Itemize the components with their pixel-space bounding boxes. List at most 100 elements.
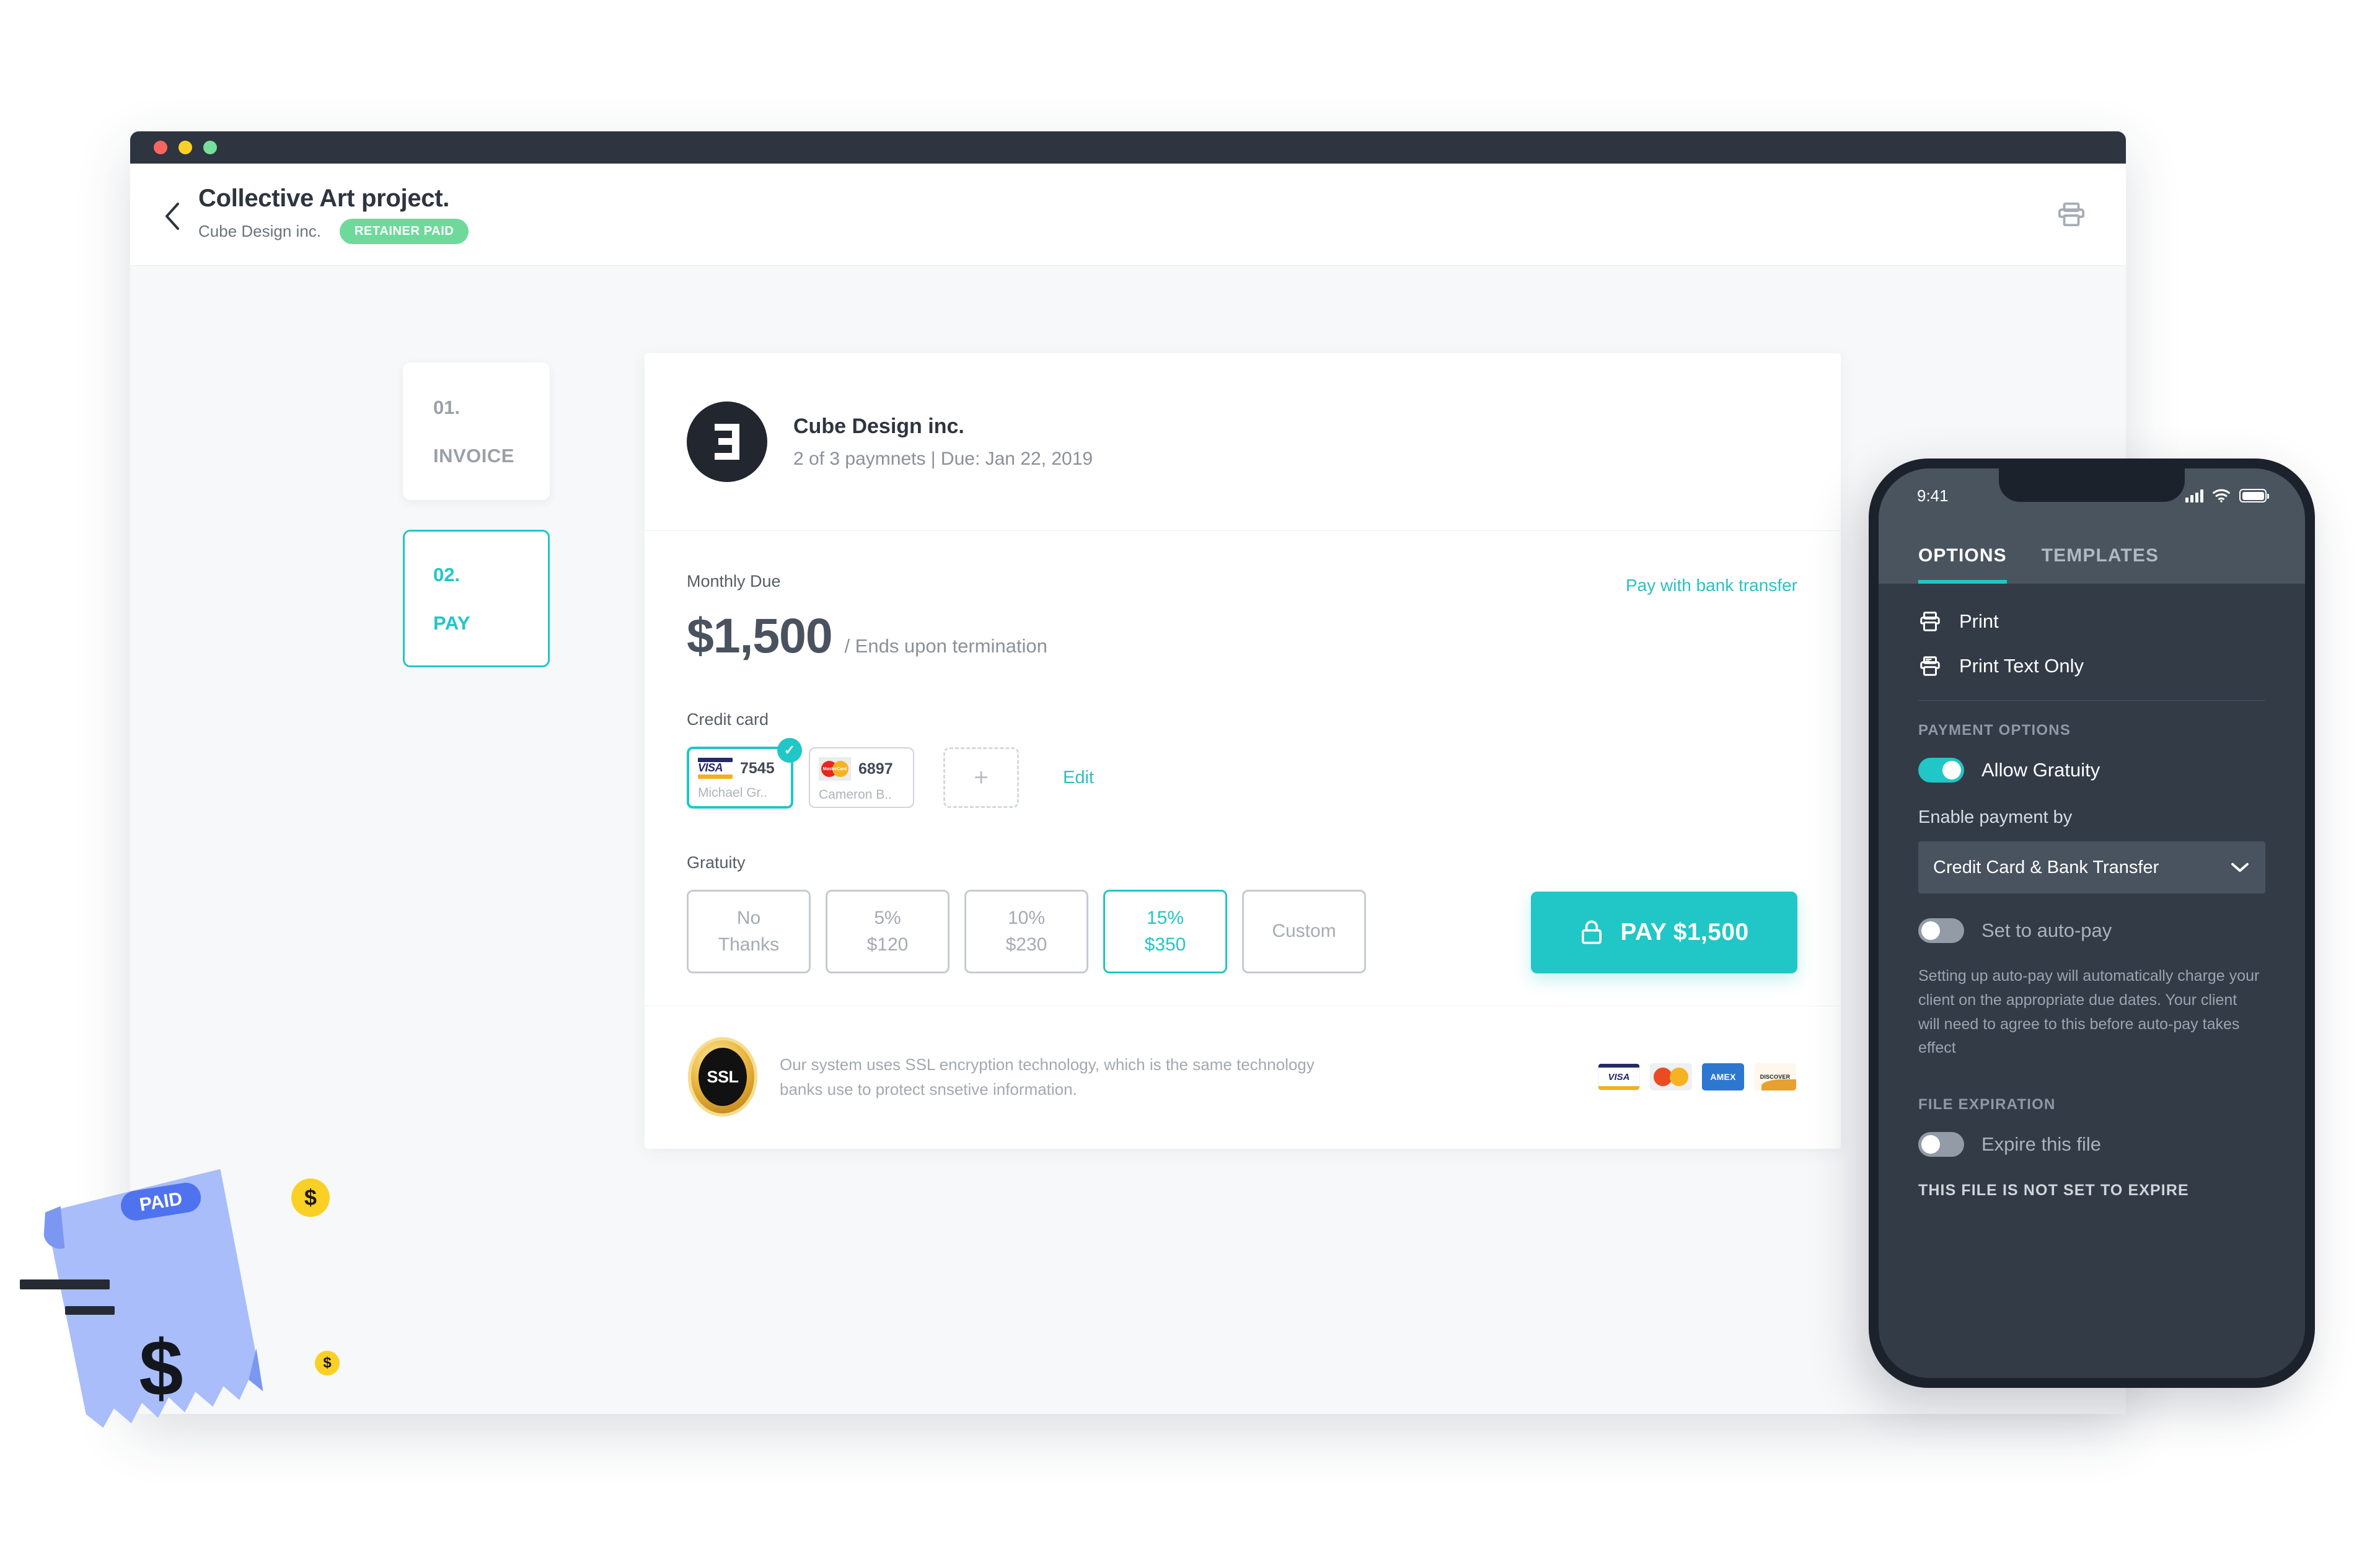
gratuity-line2: Thanks — [718, 934, 780, 955]
visa-icon: VISA — [698, 758, 733, 779]
print-button[interactable] — [2054, 197, 2089, 232]
ssl-block: SSL Our system uses SSL encryption techn… — [688, 1037, 1338, 1117]
due-amount-suffix: / Ends upon termination — [844, 635, 1047, 657]
lock-icon — [1582, 920, 1602, 944]
card-top: MasterCard 6897 — [819, 757, 913, 781]
gratuity-line2: $120 — [866, 934, 909, 955]
header-title-block: Collective Art project. Cube Design inc.… — [198, 185, 469, 244]
file-expiration-note: THIS FILE IS NOT SET TO EXPIRE — [1918, 1182, 2189, 1199]
gratuity-line1: No — [736, 908, 761, 928]
gratuity-option-15[interactable]: 15% $350 — [1103, 890, 1227, 973]
printer-icon — [1920, 612, 1940, 631]
mastercard-wordmark: MasterCard — [822, 766, 847, 771]
window-titlebar — [130, 131, 2126, 164]
gratuity-block: Gratuity No Thanks 5% $120 10% $230 15% … — [687, 853, 1366, 973]
pay-button-label: PAY $1,500 — [1620, 919, 1749, 946]
visa-brand-label: VISA — [1608, 1071, 1630, 1082]
step-tabs: 01. INVOICE 02. PAY — [403, 362, 550, 667]
expire-file-row: Expire this file — [1879, 1113, 2305, 1157]
gratuity-options: No Thanks 5% $120 10% $230 15% $350 Cust… — [687, 890, 1366, 973]
discover-brand-label: DISCOVER — [1760, 1074, 1791, 1080]
amount-row: $1,500 / Ends upon termination — [687, 607, 1047, 664]
card-digits: 7545 — [740, 759, 775, 777]
due-amount: $1,500 — [687, 608, 833, 663]
gratuity-option-10[interactable]: 10% $230 — [964, 890, 1088, 973]
step-tab-pay[interactable]: 02. PAY — [403, 530, 550, 667]
mastercard-icon: MasterCard — [819, 757, 851, 781]
allow-gratuity-label: Allow Gratuity — [1981, 759, 2100, 781]
step-number: 02. — [433, 564, 461, 586]
invoice-card-header: Cube Design inc. 2 of 3 paymnets | Due: … — [645, 353, 1841, 531]
phone-notch — [1999, 468, 2185, 502]
due-block: Monthly Due $1,500 / Ends upon terminati… — [687, 572, 1047, 664]
gratuity-option-no-thanks[interactable]: No Thanks — [687, 890, 811, 973]
gratuity-option-5[interactable]: 5% $120 — [826, 890, 950, 973]
expire-file-toggle[interactable] — [1918, 1132, 1964, 1157]
visa-brand-icon: VISA — [1598, 1063, 1640, 1090]
gratuity-option-custom[interactable]: Custom — [1242, 890, 1366, 973]
phone-body: Print Print Text Only PAYMENT OPTIONS Al… — [1879, 584, 2305, 1371]
section-title-file-expiration: FILE EXPIRATION — [1918, 1096, 2056, 1113]
status-time: 9:41 — [1917, 486, 1949, 505]
invoice-meta: 2 of 3 paymnets | Due: Jan 22, 2019 — [793, 448, 1093, 469]
paid-receipt-illustration: PAID $ $ $ — [19, 1152, 366, 1462]
credit-card-section: Credit card ✓ VISA 7545 Michael Gr.. Mas… — [687, 710, 1797, 809]
card-top: VISA 7545 — [698, 758, 791, 779]
saved-card-mastercard[interactable]: MasterCard 6897 Cameron B.. — [809, 747, 914, 808]
gratuity-label: Gratuity — [687, 853, 746, 872]
monthly-due-label: Monthly Due — [687, 572, 781, 590]
menu-item-print[interactable]: Print — [1879, 584, 2305, 633]
saved-card-visa[interactable]: ✓ VISA 7545 Michael Gr.. — [687, 738, 802, 809]
tab-templates[interactable]: TEMPLATES — [2042, 545, 2159, 584]
step-tab-invoice[interactable]: 01. INVOICE — [403, 362, 550, 500]
allow-gratuity-row: Allow Gratuity — [1879, 739, 2305, 783]
discover-brand-icon: DISCOVER — [1754, 1063, 1796, 1090]
payment-method-select[interactable]: Credit Card & Bank Transfer — [1918, 841, 2265, 893]
auto-pay-toggle[interactable] — [1918, 918, 1964, 943]
gratuity-section: Gratuity No Thanks 5% $120 10% $230 15% … — [687, 853, 1797, 973]
cube-design-logo-icon — [687, 402, 767, 482]
visa-wordmark: VISA — [698, 761, 723, 774]
add-card-button[interactable]: + — [943, 747, 1019, 808]
auto-pay-row: Set to auto-pay — [1879, 893, 2305, 943]
svg-text:$: $ — [139, 1324, 183, 1413]
gratuity-line1: 5% — [874, 908, 901, 928]
back-button[interactable] — [160, 203, 185, 230]
credit-card-label: Credit card — [687, 710, 769, 729]
pay-button[interactable]: PAY $1,500 — [1531, 892, 1797, 973]
allow-gratuity-toggle[interactable] — [1918, 758, 1964, 783]
coin-icon-large: $ — [291, 1178, 330, 1217]
status-icons — [2185, 489, 2269, 502]
screenshot-stage: Collective Art project. Cube Design inc.… — [0, 0, 2380, 1549]
amex-brand-icon: AMEX — [1702, 1063, 1744, 1090]
battery-icon — [2239, 489, 2269, 502]
printer-text-icon — [1920, 656, 1940, 676]
mastercard-brand-icon — [1650, 1063, 1692, 1090]
receipt-line-1 — [20, 1279, 110, 1289]
invoice-footer: SSL Our system uses SSL encryption techn… — [645, 1006, 1841, 1149]
auto-pay-label: Set to auto-pay — [1981, 919, 2112, 941]
edit-cards-link[interactable]: Edit — [1063, 768, 1094, 788]
saved-cards-row: ✓ VISA 7545 Michael Gr.. MasterCard 6897… — [687, 738, 1797, 809]
window-close-button[interactable] — [154, 141, 167, 154]
ssl-disclaimer: Our system uses SSL encryption technolog… — [780, 1055, 1315, 1099]
due-row: Monthly Due $1,500 / Ends upon terminati… — [687, 572, 1797, 664]
card-owner: Michael Gr.. — [698, 786, 768, 800]
pay-with-bank-transfer-link[interactable]: Pay with bank transfer — [1626, 576, 1797, 595]
window-minimize-button[interactable] — [178, 141, 192, 154]
status-badge: RETAINER PAID — [340, 219, 469, 244]
menu-item-print-text-only[interactable]: Print Text Only — [1879, 633, 2305, 678]
ssl-seal-label: SSL — [699, 1048, 747, 1106]
header-subtitle-row: Cube Design inc. RETAINER PAID — [198, 219, 469, 244]
coin-icon-small: $ — [315, 1351, 340, 1376]
gratuity-line2: $230 — [1005, 934, 1047, 955]
auto-pay-helper-text: Setting up auto-pay will automatically c… — [1918, 967, 2260, 1057]
card-digits: 6897 — [858, 760, 893, 778]
tab-options[interactable]: OPTIONS — [1918, 545, 2007, 584]
ssl-seal-icon: SSL — [688, 1037, 757, 1117]
step-number: 01. — [433, 397, 461, 418]
card-owner: Cameron B.. — [819, 788, 892, 802]
menu-item-label: Print — [1959, 610, 1999, 632]
gratuity-line1: Custom — [1272, 921, 1336, 942]
window-maximize-button[interactable] — [203, 141, 217, 154]
